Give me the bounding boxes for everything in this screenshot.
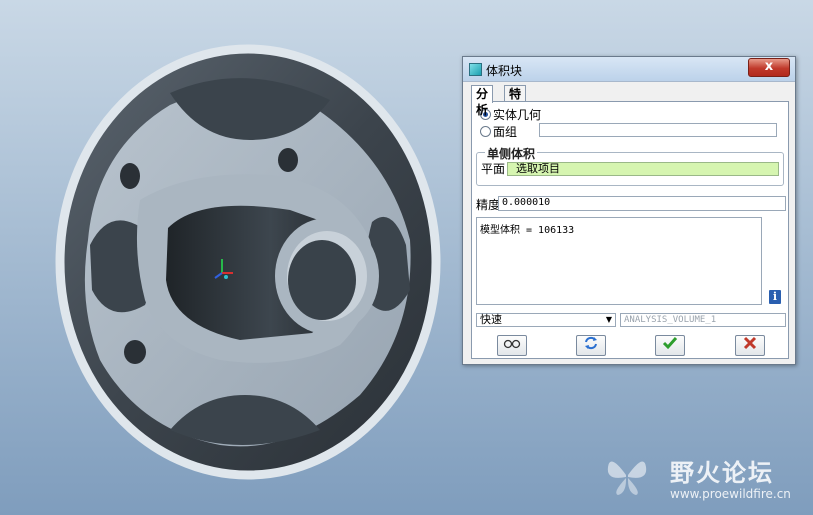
radio-quilt[interactable]: [480, 126, 491, 137]
dialog-titlebar[interactable]: 体积块 x: [463, 57, 795, 82]
check-icon: [662, 336, 678, 356]
repeat-icon: [583, 336, 599, 356]
analysis-panel: 实体几何 面组 单侧体积 平面 选取项目 精度 0.000010 模型体积 = …: [471, 101, 789, 359]
quilt-input[interactable]: [539, 123, 777, 137]
hub-bore: [288, 240, 356, 320]
watermark: 野火论坛 www.proewildfire.cn: [600, 449, 813, 515]
cancel-icon: [743, 336, 757, 356]
butterfly-logo: [607, 461, 647, 495]
one-side-volume-group: 单侧体积 平面 选取项目: [476, 145, 784, 186]
dialog-title: 体积块: [486, 64, 523, 78]
chevron-down-icon: ▼: [605, 315, 612, 324]
result-textarea[interactable]: 模型体积 = 106133: [476, 217, 762, 305]
plane-select-field[interactable]: 选取项目: [507, 162, 779, 176]
glasses-icon: [503, 336, 521, 355]
mode-select-value: 快速: [480, 313, 502, 326]
watermark-name: 野火论坛: [670, 459, 774, 487]
repeat-button[interactable]: [576, 335, 606, 356]
preview-button[interactable]: [497, 335, 527, 356]
triad-origin: [224, 275, 228, 279]
bolt-hole: [278, 148, 298, 172]
plane-label: 平面: [481, 162, 506, 176]
bolt-hole: [120, 163, 140, 189]
tab-analysis[interactable]: 分析: [471, 85, 494, 117]
close-button[interactable]: x: [748, 58, 790, 77]
info-icon[interactable]: i: [769, 290, 781, 304]
ok-button[interactable]: [655, 335, 685, 356]
tab-feature[interactable]: 特征: [504, 85, 527, 117]
dialog-app-icon: [469, 63, 482, 76]
precision-label: 精度: [476, 198, 501, 212]
cancel-button[interactable]: [735, 335, 765, 356]
volume-dialog: 体积块 x 分析 特征 实体几何 面组 单侧体积 平面 选取项目 精度 0.00…: [462, 56, 796, 365]
precision-input[interactable]: 0.000010: [498, 196, 786, 211]
watermark-url: www.proewildfire.cn: [670, 487, 791, 501]
mode-select[interactable]: 快速 ▼: [476, 313, 616, 327]
analysis-name-input[interactable]: ANALYSIS_VOLUME_1: [620, 313, 786, 327]
radio-quilt-label: 面组: [493, 125, 518, 139]
radio-solid-label: 实体几何: [493, 108, 542, 122]
bolt-hole: [124, 340, 146, 364]
